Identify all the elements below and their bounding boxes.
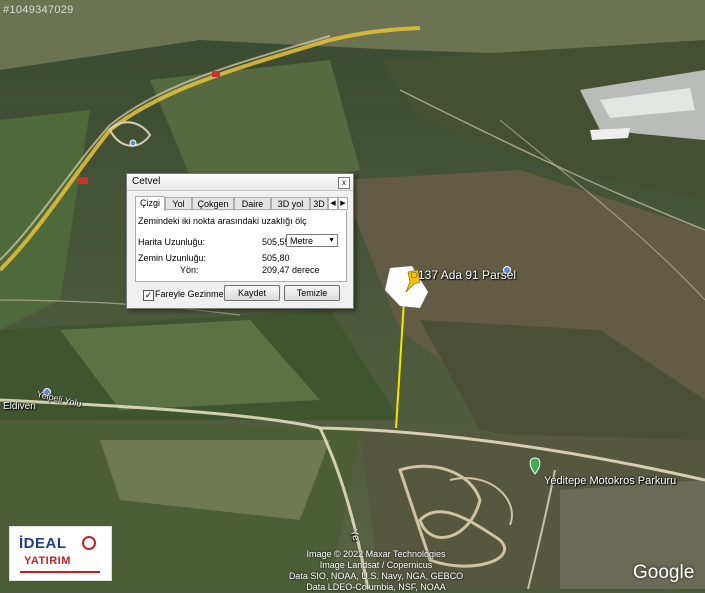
google-logo: Google bbox=[633, 562, 695, 583]
save-button[interactable]: Kaydet bbox=[224, 285, 280, 301]
road-shield-icon bbox=[212, 71, 220, 77]
ruler-dialog[interactable]: Cetvel x Çizgi Yol Çokgen Daire 3D yol 3… bbox=[126, 173, 354, 309]
attribution-line: Image © 2022 Maxar Technologies bbox=[306, 549, 446, 559]
watermark-id: #1049347029 bbox=[3, 4, 74, 16]
tab-circle[interactable]: Daire bbox=[234, 197, 271, 210]
poi-label-yeditepe[interactable]: Yeditepe Motokros Parkuru bbox=[544, 475, 676, 487]
ruler-description: Zemindeki iki nokta arasındaki uzaklığı … bbox=[138, 216, 307, 226]
brand-underline bbox=[20, 571, 100, 573]
ground-length-label: Zemin Uzunluğu: bbox=[138, 253, 207, 263]
ruler-titlebar[interactable]: Cetvel x bbox=[127, 174, 353, 191]
attribution-line: Data SIO, NOAA, U.S. Navy, NGA, GEBCO bbox=[288, 571, 464, 581]
close-button[interactable]: x bbox=[338, 177, 350, 189]
road-shield-icon bbox=[78, 177, 88, 184]
location-marker-icon bbox=[129, 139, 137, 147]
tab-polygon[interactable]: Çokgen bbox=[192, 197, 234, 210]
parcel-label[interactable]: 137 Ada 91 Parsel bbox=[418, 268, 516, 282]
mouse-nav-label: Fareyle Gezinme bbox=[155, 289, 224, 299]
mouse-nav-checkbox[interactable]: ✓ bbox=[143, 290, 154, 301]
heading-value: 209,47 derece bbox=[262, 265, 320, 275]
ruler-tabs: Çizgi Yol Çokgen Daire 3D yol 3D ◀ ▶ bbox=[135, 196, 351, 211]
map-length-label: Harita Uzunluğu: bbox=[138, 237, 206, 247]
place-label-eldiven[interactable]: Eldiven bbox=[3, 401, 36, 412]
chevron-down-icon: ▼ bbox=[328, 237, 335, 244]
tab-3d[interactable]: 3D bbox=[310, 197, 328, 210]
tab-scroll-left-icon[interactable]: ◀ bbox=[328, 197, 338, 210]
clear-button[interactable]: Temizle bbox=[284, 285, 340, 301]
tab-line[interactable]: Çizgi bbox=[135, 196, 165, 211]
unit-select-value: Metre bbox=[290, 236, 314, 246]
brand-logo-top: İDEAL bbox=[19, 535, 67, 552]
attribution-line: Data LDEO-Columbia, NSF, NOAA bbox=[306, 582, 446, 592]
attribution-line: Image Landsat / Copernicus bbox=[319, 560, 433, 570]
heading-label: Yön: bbox=[180, 265, 199, 275]
tab-scroll-right-icon[interactable]: ▶ bbox=[338, 197, 348, 210]
ruler-title: Cetvel bbox=[132, 176, 161, 187]
brand-logo: İDEAL YATIRIM bbox=[9, 526, 112, 581]
map-attribution: Image © 2022 Maxar Technologies Image La… bbox=[280, 549, 472, 593]
tab-3d-path[interactable]: 3D yol bbox=[271, 197, 310, 210]
ground-length-value: 505,80 bbox=[262, 253, 290, 263]
ruler-panel: Zemindeki iki nokta arasındaki uzaklığı … bbox=[135, 211, 347, 282]
brand-logo-bottom: YATIRIM bbox=[24, 555, 71, 567]
brand-ring-icon bbox=[82, 536, 96, 550]
tab-path[interactable]: Yol bbox=[165, 197, 192, 210]
unit-select[interactable]: Metre ▼ bbox=[286, 234, 338, 247]
